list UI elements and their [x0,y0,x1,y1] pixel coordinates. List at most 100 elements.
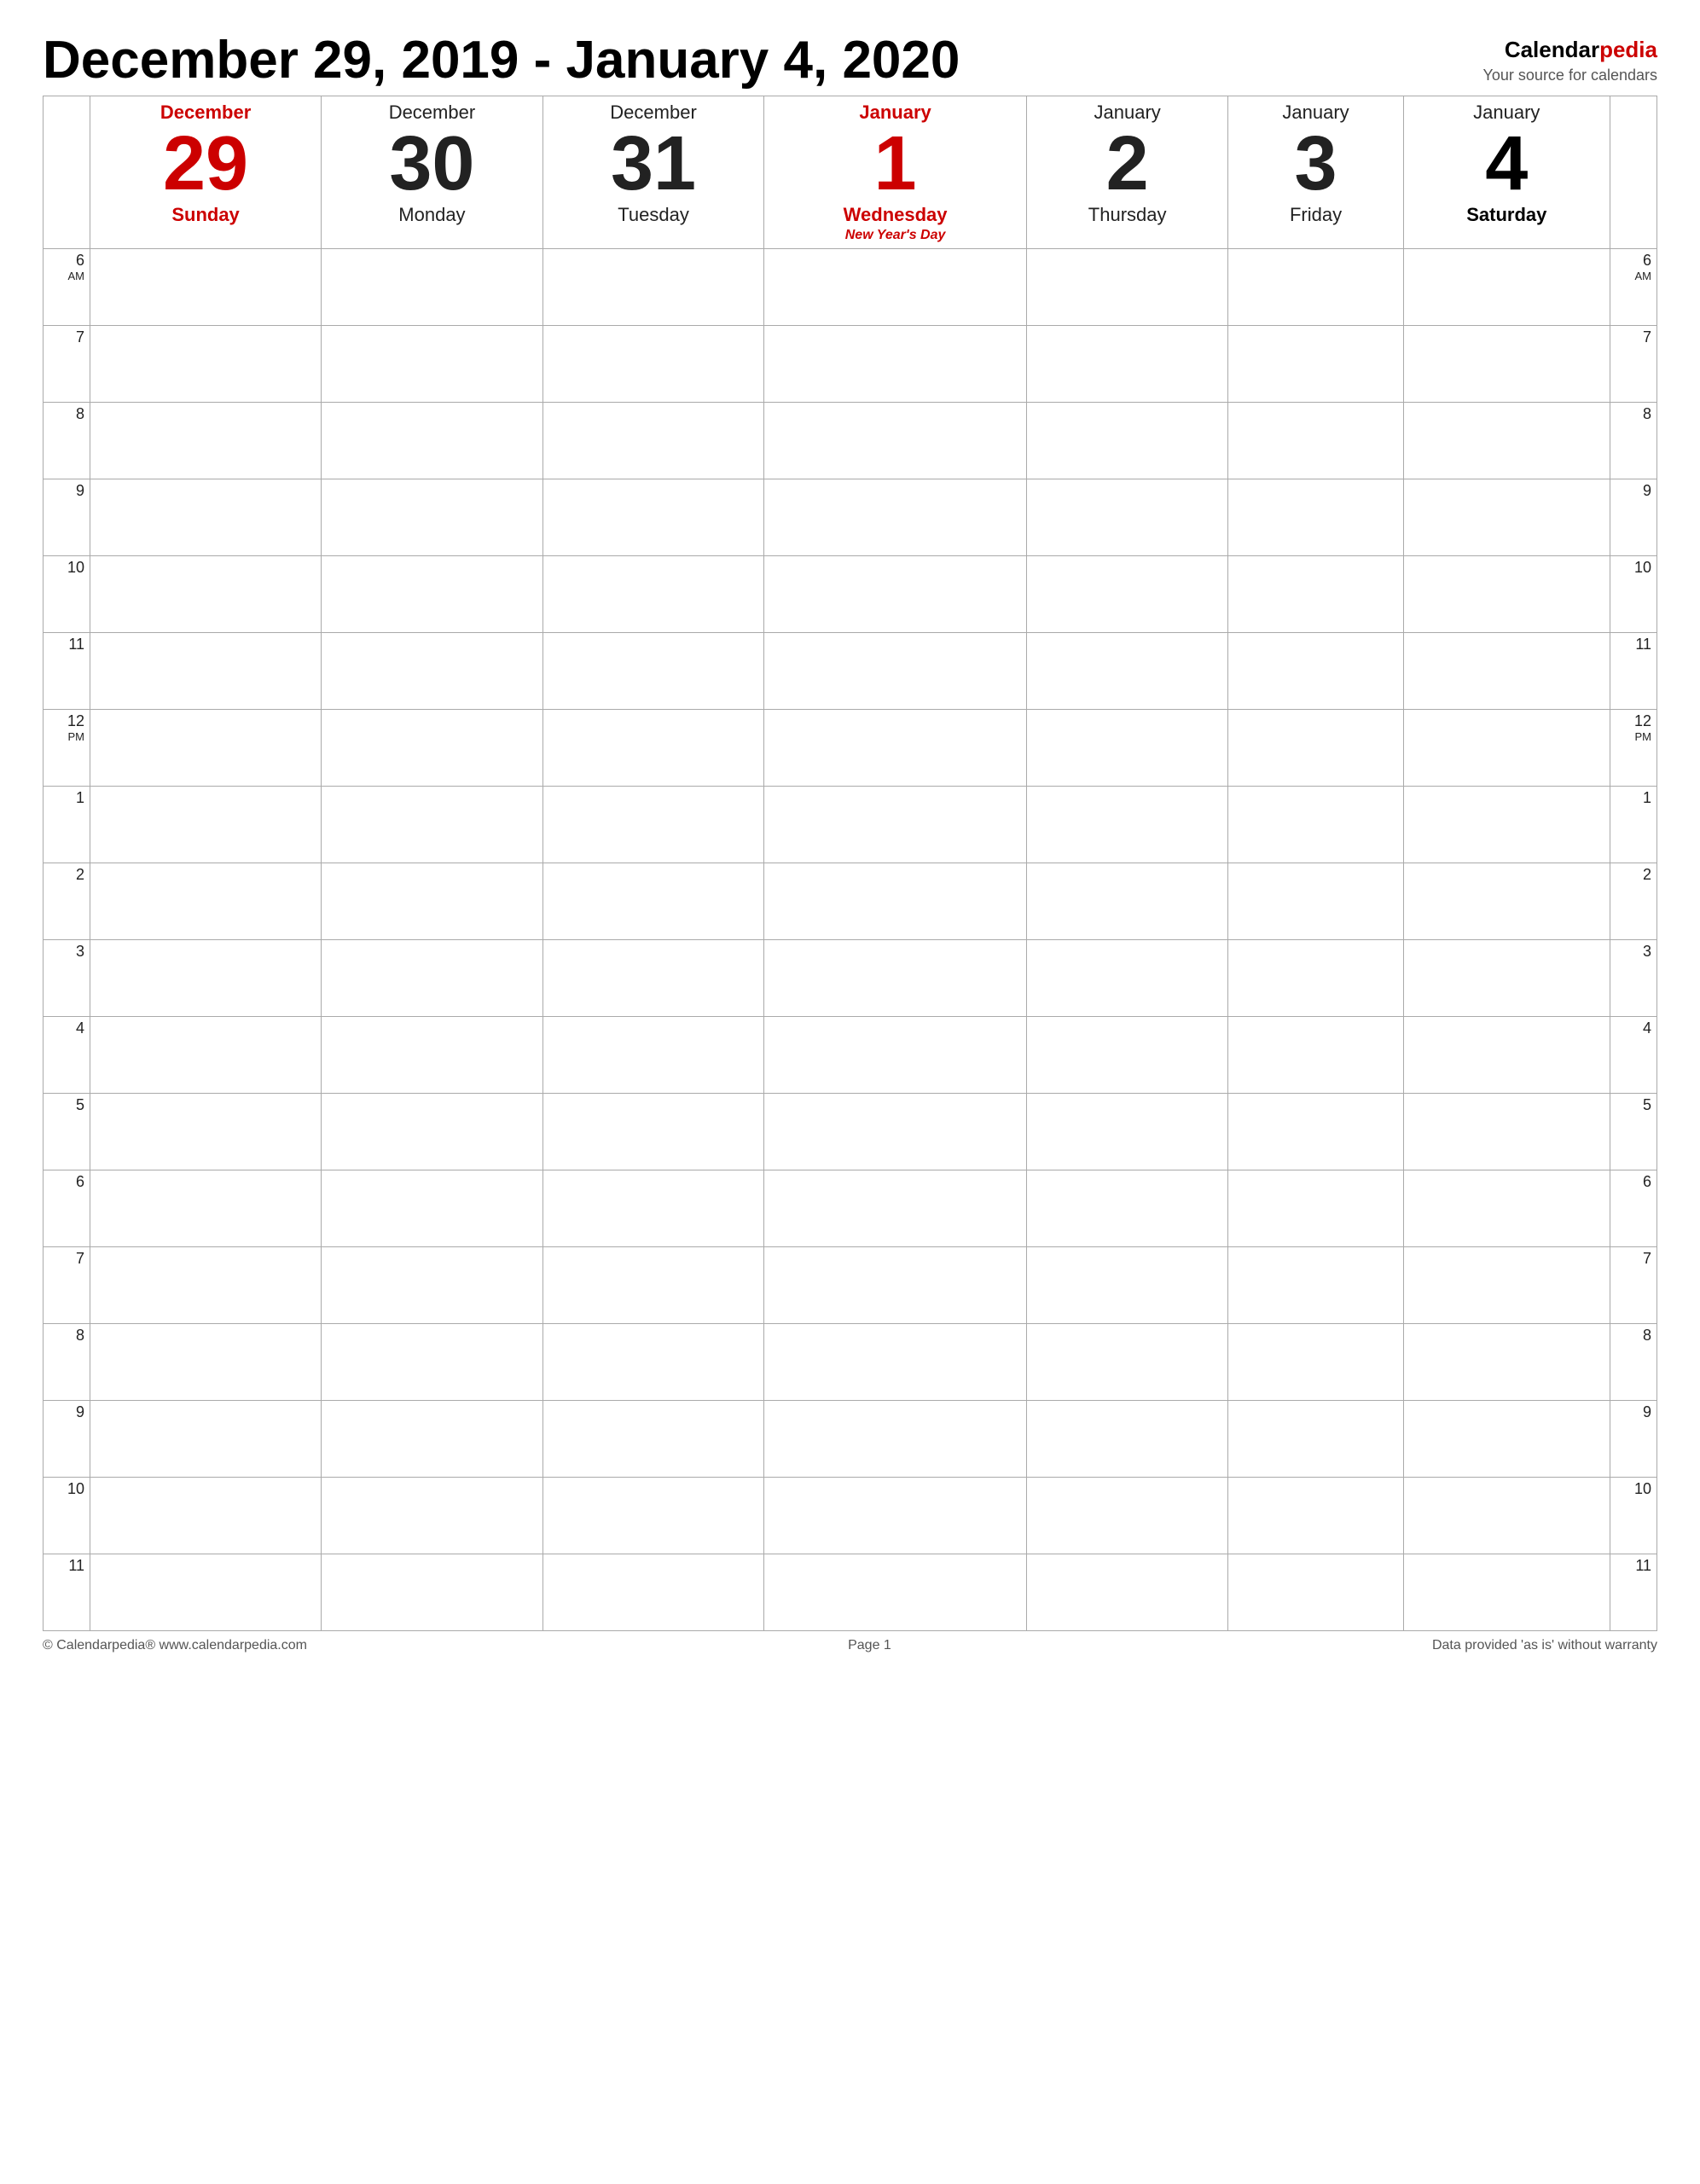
event-cell-jan2-slot-16[interactable] [1026,1478,1228,1554]
event-cell-dec30-slot-10[interactable] [322,1017,543,1094]
event-cell-jan1-slot-17[interactable] [764,1554,1026,1631]
event-cell-jan3-slot-4[interactable] [1228,556,1403,633]
event-cell-jan3-slot-10[interactable] [1228,1017,1403,1094]
event-cell-dec29-slot-8[interactable] [90,863,322,940]
event-cell-dec30-slot-5[interactable] [322,633,543,710]
event-cell-jan2-slot-2[interactable] [1026,403,1228,479]
event-cell-jan4-slot-10[interactable] [1403,1017,1610,1094]
event-cell-dec30-slot-1[interactable] [322,326,543,403]
event-cell-jan4-slot-5[interactable] [1403,633,1610,710]
event-cell-dec31-slot-0[interactable] [542,249,764,326]
event-cell-jan3-slot-13[interactable] [1228,1247,1403,1324]
event-cell-jan2-slot-10[interactable] [1026,1017,1228,1094]
event-cell-dec29-slot-11[interactable] [90,1094,322,1170]
event-cell-dec29-slot-2[interactable] [90,403,322,479]
event-cell-jan4-slot-0[interactable] [1403,249,1610,326]
event-cell-dec29-slot-12[interactable] [90,1170,322,1247]
event-cell-jan1-slot-6[interactable] [764,710,1026,787]
event-cell-jan3-slot-14[interactable] [1228,1324,1403,1401]
event-cell-dec30-slot-4[interactable] [322,556,543,633]
event-cell-dec30-slot-9[interactable] [322,940,543,1017]
event-cell-jan4-slot-15[interactable] [1403,1401,1610,1478]
event-cell-dec29-slot-1[interactable] [90,326,322,403]
event-cell-dec31-slot-1[interactable] [542,326,764,403]
event-cell-jan1-slot-11[interactable] [764,1094,1026,1170]
event-cell-dec30-slot-14[interactable] [322,1324,543,1401]
event-cell-dec31-slot-7[interactable] [542,787,764,863]
event-cell-dec29-slot-4[interactable] [90,556,322,633]
event-cell-dec29-slot-3[interactable] [90,479,322,556]
event-cell-dec30-slot-8[interactable] [322,863,543,940]
event-cell-jan4-slot-1[interactable] [1403,326,1610,403]
event-cell-jan2-slot-15[interactable] [1026,1401,1228,1478]
event-cell-jan1-slot-13[interactable] [764,1247,1026,1324]
event-cell-dec31-slot-12[interactable] [542,1170,764,1247]
event-cell-jan3-slot-15[interactable] [1228,1401,1403,1478]
event-cell-jan1-slot-4[interactable] [764,556,1026,633]
event-cell-dec29-slot-10[interactable] [90,1017,322,1094]
event-cell-dec29-slot-15[interactable] [90,1401,322,1478]
event-cell-dec29-slot-5[interactable] [90,633,322,710]
event-cell-jan1-slot-1[interactable] [764,326,1026,403]
event-cell-jan4-slot-8[interactable] [1403,863,1610,940]
event-cell-dec30-slot-0[interactable] [322,249,543,326]
event-cell-jan2-slot-17[interactable] [1026,1554,1228,1631]
event-cell-jan1-slot-16[interactable] [764,1478,1026,1554]
event-cell-jan2-slot-14[interactable] [1026,1324,1228,1401]
event-cell-jan1-slot-10[interactable] [764,1017,1026,1094]
event-cell-jan1-slot-7[interactable] [764,787,1026,863]
event-cell-jan4-slot-11[interactable] [1403,1094,1610,1170]
event-cell-jan4-slot-16[interactable] [1403,1478,1610,1554]
event-cell-jan2-slot-9[interactable] [1026,940,1228,1017]
event-cell-jan2-slot-3[interactable] [1026,479,1228,556]
event-cell-dec30-slot-2[interactable] [322,403,543,479]
event-cell-jan1-slot-0[interactable] [764,249,1026,326]
event-cell-dec31-slot-16[interactable] [542,1478,764,1554]
event-cell-jan1-slot-8[interactable] [764,863,1026,940]
event-cell-jan2-slot-7[interactable] [1026,787,1228,863]
event-cell-dec29-slot-16[interactable] [90,1478,322,1554]
event-cell-jan3-slot-2[interactable] [1228,403,1403,479]
event-cell-dec30-slot-17[interactable] [322,1554,543,1631]
event-cell-dec30-slot-16[interactable] [322,1478,543,1554]
event-cell-jan1-slot-9[interactable] [764,940,1026,1017]
event-cell-jan4-slot-2[interactable] [1403,403,1610,479]
event-cell-jan3-slot-0[interactable] [1228,249,1403,326]
event-cell-jan2-slot-12[interactable] [1026,1170,1228,1247]
event-cell-jan4-slot-17[interactable] [1403,1554,1610,1631]
event-cell-dec31-slot-17[interactable] [542,1554,764,1631]
event-cell-dec30-slot-15[interactable] [322,1401,543,1478]
event-cell-jan1-slot-5[interactable] [764,633,1026,710]
event-cell-dec30-slot-13[interactable] [322,1247,543,1324]
event-cell-jan4-slot-14[interactable] [1403,1324,1610,1401]
event-cell-dec30-slot-6[interactable] [322,710,543,787]
event-cell-jan4-slot-4[interactable] [1403,556,1610,633]
event-cell-jan2-slot-0[interactable] [1026,249,1228,326]
event-cell-dec31-slot-5[interactable] [542,633,764,710]
event-cell-dec29-slot-6[interactable] [90,710,322,787]
event-cell-dec31-slot-2[interactable] [542,403,764,479]
event-cell-dec29-slot-0[interactable] [90,249,322,326]
event-cell-jan1-slot-3[interactable] [764,479,1026,556]
event-cell-dec31-slot-14[interactable] [542,1324,764,1401]
event-cell-jan4-slot-13[interactable] [1403,1247,1610,1324]
event-cell-jan3-slot-12[interactable] [1228,1170,1403,1247]
event-cell-dec31-slot-3[interactable] [542,479,764,556]
event-cell-jan3-slot-16[interactable] [1228,1478,1403,1554]
event-cell-dec29-slot-9[interactable] [90,940,322,1017]
event-cell-jan2-slot-1[interactable] [1026,326,1228,403]
event-cell-dec30-slot-7[interactable] [322,787,543,863]
event-cell-jan2-slot-4[interactable] [1026,556,1228,633]
event-cell-dec31-slot-4[interactable] [542,556,764,633]
event-cell-dec31-slot-9[interactable] [542,940,764,1017]
event-cell-jan2-slot-5[interactable] [1026,633,1228,710]
event-cell-dec29-slot-7[interactable] [90,787,322,863]
event-cell-jan2-slot-6[interactable] [1026,710,1228,787]
event-cell-jan2-slot-11[interactable] [1026,1094,1228,1170]
event-cell-dec31-slot-13[interactable] [542,1247,764,1324]
event-cell-jan3-slot-11[interactable] [1228,1094,1403,1170]
event-cell-jan3-slot-3[interactable] [1228,479,1403,556]
event-cell-jan3-slot-17[interactable] [1228,1554,1403,1631]
event-cell-jan3-slot-1[interactable] [1228,326,1403,403]
event-cell-dec29-slot-14[interactable] [90,1324,322,1401]
